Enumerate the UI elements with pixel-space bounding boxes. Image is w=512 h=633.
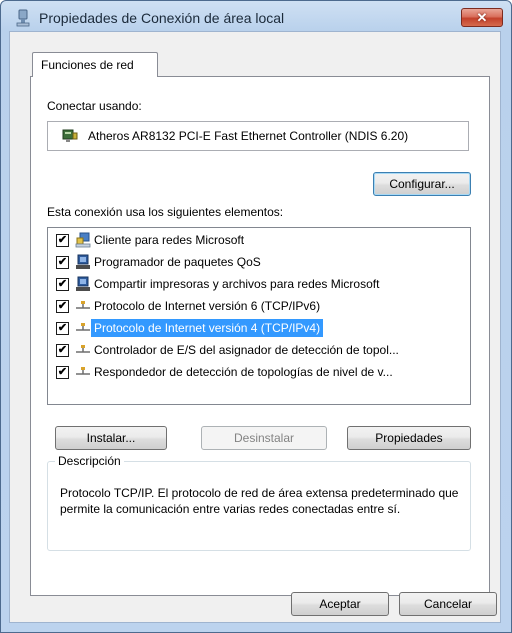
protocol-icon (76, 323, 90, 331)
install-button[interactable]: Instalar... (55, 426, 167, 450)
checkbox[interactable]: ✔ (56, 256, 69, 269)
checkbox[interactable]: ✔ (56, 366, 69, 379)
network-client-icon (75, 232, 91, 248)
title-bar[interactable]: Propiedades de Conexión de área local ✕ (1, 1, 511, 35)
list-item[interactable]: ✔ Cliente para redes Microsoft (48, 231, 468, 249)
list-item[interactable]: ✔ Programador de paquetes QoS (48, 253, 468, 271)
checkbox[interactable]: ✔ (56, 322, 69, 335)
network-service-icon (76, 276, 90, 291)
tab-networking[interactable]: Funciones de red (32, 52, 158, 77)
description-title: Descripción (55, 454, 124, 468)
checkbox[interactable]: ✔ (56, 344, 69, 357)
network-service-icon (76, 254, 90, 269)
checkbox[interactable]: ✔ (56, 278, 69, 291)
description-text: Protocolo TCP/IP. El protocolo de red de… (60, 486, 459, 516)
list-item-label: Protocolo de Internet versión 4 (TCP/IPv… (91, 319, 324, 337)
description-group: Descripción Protocolo TCP/IP. El protoco… (47, 454, 471, 551)
list-item[interactable]: ✔ Respondedor de detección de topologías… (48, 363, 468, 381)
protocol-icon (76, 301, 90, 309)
connect-using-label: Conectar usando: (47, 99, 142, 113)
list-item-label: Protocolo de Internet versión 6 (TCP/IPv… (94, 299, 321, 313)
configure-button[interactable]: Configurar... (373, 172, 471, 196)
adapter-name: Atheros AR8132 PCI-E Fast Ethernet Contr… (88, 129, 409, 143)
window-title: Propiedades de Conexión de área local (39, 10, 285, 26)
uninstall-button: Desinstalar (201, 426, 327, 450)
list-item-label: Respondedor de detección de topologías d… (94, 365, 393, 379)
items-label: Esta conexión usa los siguientes element… (47, 205, 284, 219)
close-icon: ✕ (476, 9, 488, 25)
properties-button[interactable]: Propiedades (347, 426, 471, 450)
network-connection-icon (16, 9, 30, 27)
list-item[interactable]: ✔ Compartir impresoras y archivos para r… (48, 275, 468, 293)
list-item-label: Programador de paquetes QoS (94, 255, 261, 269)
network-adapter-icon (62, 129, 78, 142)
cancel-button[interactable]: Cancelar (399, 592, 497, 616)
close-button[interactable]: ✕ (461, 8, 503, 27)
list-item-label: Controlador de E/S del asignador de dete… (94, 343, 399, 357)
list-item-label: Cliente para redes Microsoft (94, 233, 245, 247)
adapter-field: Atheros AR8132 PCI-E Fast Ethernet Contr… (47, 121, 469, 151)
protocol-icon (76, 367, 90, 375)
components-list[interactable]: ✔ Cliente para redes Microsoft ✔ Program… (47, 227, 471, 405)
list-item-selected[interactable]: ✔ Protocolo de Internet versión 4 (TCP/I… (48, 319, 468, 337)
list-item-label: Compartir impresoras y archivos para red… (94, 277, 380, 291)
protocol-icon (76, 345, 90, 353)
list-item[interactable]: ✔ Controlador de E/S del asignador de de… (48, 341, 468, 359)
checkbox[interactable]: ✔ (56, 300, 69, 313)
checkbox[interactable]: ✔ (56, 234, 69, 247)
ok-button[interactable]: Aceptar (291, 592, 389, 616)
properties-dialog: Propiedades de Conexión de área local ✕ … (0, 0, 512, 633)
list-item[interactable]: ✔ Protocolo de Internet versión 6 (TCP/I… (48, 297, 468, 315)
